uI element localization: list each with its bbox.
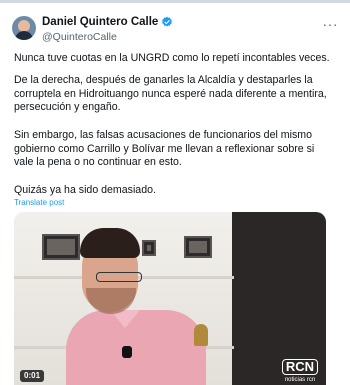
channel-logo-text: noticias rcn xyxy=(284,377,316,383)
video-speaker xyxy=(66,228,206,385)
speaker-shirt xyxy=(66,310,206,385)
verified-badge-icon xyxy=(162,16,173,27)
tweet-paragraph-3: Sin embargo, las falsas acusaciones de f… xyxy=(14,129,315,169)
author-handle[interactable]: @QuinteroCalle xyxy=(42,31,173,43)
author-display-name[interactable]: Daniel Quintero Calle xyxy=(42,16,158,28)
video-timestamp: 0:01 xyxy=(20,370,45,382)
tweet-paragraph-1: Nunca tuve cuotas en la UNGRD como lo re… xyxy=(14,52,330,64)
translate-post-link[interactable]: Translate post xyxy=(14,198,64,207)
tweet-paragraph-2: De la derecha, después de ganarles la Al… xyxy=(14,74,327,114)
lapel-microphone xyxy=(122,346,132,358)
speaker-glasses xyxy=(96,272,142,282)
video-statuette xyxy=(194,324,208,346)
more-options-icon[interactable]: ··· xyxy=(323,16,339,32)
post-header: Daniel Quintero Calle @QuinteroCalle ··· xyxy=(12,14,338,44)
tweet-paragraph-4: Quizás ya ha sido demasiado. xyxy=(14,184,156,196)
author-names: Daniel Quintero Calle @QuinteroCalle xyxy=(42,16,173,43)
author-avatar[interactable] xyxy=(12,16,36,40)
video-player[interactable]: 0:01 RCN noticias rcn xyxy=(14,212,326,385)
previous-post-divider xyxy=(0,0,350,3)
speaker-hair xyxy=(80,228,140,258)
channel-logo-mark: RCN xyxy=(281,359,319,375)
avatar-body xyxy=(15,31,33,40)
author-name-row: Daniel Quintero Calle xyxy=(42,16,173,28)
channel-logo: RCN noticias rcn xyxy=(280,358,320,383)
